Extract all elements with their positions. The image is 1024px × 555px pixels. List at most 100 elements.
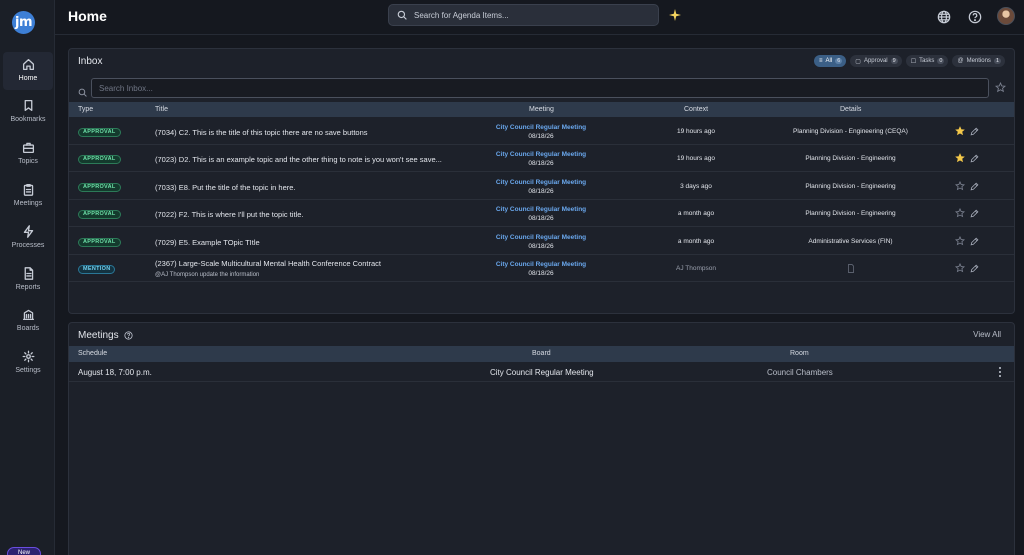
edit-pencil-icon[interactable] [970, 209, 979, 218]
column-meeting[interactable]: Meeting [529, 106, 554, 113]
row-details: Planning Division - Engineering (CEQA) [793, 128, 908, 135]
meeting-link[interactable]: City Council Regular Meeting [461, 178, 621, 187]
meeting-date: 08/18/26 [528, 188, 554, 195]
column-room[interactable]: Room [790, 350, 809, 357]
star-icon[interactable] [955, 181, 965, 191]
column-context[interactable]: Context [684, 106, 708, 113]
sidebar-item-label: Reports [15, 284, 41, 291]
ai-sparkle-icon[interactable] [669, 9, 681, 21]
more-options-icon[interactable] [998, 366, 1002, 378]
sidebar-item-meetings[interactable]: Meetings [3, 177, 53, 215]
meeting-room: Council Chambers [767, 368, 833, 377]
filter-all[interactable]: ≡ All 6 [814, 55, 847, 67]
meetings-title-text: Meetings [78, 330, 119, 341]
row-meeting[interactable]: City Council Regular Meeting 08/18/26 [461, 123, 621, 141]
sidebar-item-settings[interactable]: Settings [3, 344, 53, 382]
row-title[interactable]: (7023) D2. This is an example topic and … [155, 155, 465, 164]
table-row[interactable]: APPROVAL (7034) C2. This is the title of… [69, 118, 1014, 145]
approval-badge: APPROVAL [78, 238, 121, 247]
row-title-text: D2. This is an example topic and the oth… [178, 155, 442, 164]
meeting-link[interactable]: City Council Regular Meeting [461, 260, 621, 269]
column-board[interactable]: Board [532, 350, 551, 357]
row-meeting[interactable]: City Council Regular Meeting 08/18/26 [461, 178, 621, 196]
column-type[interactable]: Type [78, 106, 93, 113]
sidebar-item-processes[interactable]: Processes [3, 219, 53, 257]
global-search[interactable] [388, 4, 659, 26]
table-row[interactable]: MENTION (2367) Large-Scale Multicultural… [69, 255, 1014, 282]
row-title[interactable]: (7033) E8. Put the title of the topic in… [155, 183, 465, 192]
edit-pencil-icon[interactable] [970, 182, 979, 191]
logo-text: jm [14, 15, 33, 30]
star-icon[interactable] [955, 263, 965, 273]
edit-pencil-icon[interactable] [970, 127, 979, 136]
mention-badge: MENTION [78, 265, 116, 274]
filter-label: All [825, 58, 833, 64]
star-icon[interactable] [955, 236, 965, 246]
edit-pencil-icon[interactable] [970, 237, 979, 246]
row-number: (7022) [155, 210, 177, 219]
row-meeting[interactable]: City Council Regular Meeting 08/18/26 [461, 260, 621, 278]
row-context: a month ago [677, 210, 715, 217]
building-icon [22, 309, 34, 321]
row-title[interactable]: (2367) Large-Scale Multicultural Mental … [155, 259, 465, 268]
sidebar-item-home[interactable]: Home [3, 52, 53, 90]
sidebar-item-label: Processes [11, 242, 45, 249]
help-icon[interactable] [124, 331, 133, 340]
meeting-link[interactable]: City Council Regular Meeting [461, 123, 621, 132]
document-icon[interactable] [847, 264, 855, 273]
top-header: Home [55, 0, 1024, 35]
edit-pencil-icon[interactable] [970, 264, 979, 273]
help-icon [968, 10, 982, 24]
meeting-link[interactable]: City Council Regular Meeting [461, 205, 621, 214]
inbox-table-header: Type Title Meeting Context Details [69, 102, 1014, 117]
row-context: 19 hours ago [677, 155, 715, 162]
table-row[interactable]: APPROVAL (7033) E8. Put the title of the… [69, 173, 1014, 200]
inbox-panel: Inbox ≡ All 6 ▢ Approval 9 ☐ Tasks 0 @ M… [68, 48, 1015, 314]
star-icon[interactable] [955, 208, 965, 218]
meeting-board: City Council Regular Meeting [490, 368, 594, 377]
approval-icon: ▢ [855, 58, 861, 65]
help-button[interactable] [968, 10, 982, 24]
global-search-input[interactable] [414, 10, 644, 20]
row-meeting[interactable]: City Council Regular Meeting 08/18/26 [461, 205, 621, 223]
sidebar-item-topics[interactable]: Topics [3, 135, 53, 173]
app-logo[interactable]: jm [12, 11, 35, 34]
filter-tasks[interactable]: ☐ Tasks 0 [905, 55, 949, 67]
sidebar-item-boards[interactable]: Boards [3, 302, 53, 340]
column-details[interactable]: Details [840, 106, 861, 113]
meetings-panel: Meetings View All Schedule Board Room Au… [68, 322, 1015, 555]
meeting-row[interactable]: August 18, 7:00 p.m. City Council Regula… [69, 363, 1014, 382]
edit-pencil-icon[interactable] [970, 154, 979, 163]
row-title[interactable]: (7034) C2. This is the title of this top… [155, 128, 465, 137]
inbox-search-input[interactable] [91, 78, 989, 98]
row-context: AJ Thompson [676, 265, 716, 272]
meeting-link[interactable]: City Council Regular Meeting [461, 150, 621, 159]
star-icon[interactable] [955, 126, 965, 136]
column-schedule[interactable]: Schedule [78, 350, 107, 357]
sidebar-item-reports[interactable]: Reports [3, 261, 53, 299]
view-all-link[interactable]: View All [973, 330, 1001, 339]
row-meeting[interactable]: City Council Regular Meeting 08/18/26 [461, 150, 621, 168]
meeting-date: 08/18/26 [528, 243, 554, 250]
row-meeting[interactable]: City Council Regular Meeting 08/18/26 [461, 233, 621, 251]
column-title[interactable]: Title [155, 106, 168, 113]
table-row[interactable]: APPROVAL (7022) F2. This is where I'll p… [69, 200, 1014, 227]
row-title[interactable]: (7029) E5. Example TOpic TItle [155, 238, 465, 247]
new-button[interactable]: New [7, 547, 41, 555]
meeting-link[interactable]: City Council Regular Meeting [461, 233, 621, 242]
meeting-date: 08/18/26 [528, 133, 554, 140]
row-title[interactable]: (7022) F2. This is where I'll put the to… [155, 210, 465, 219]
filter-mentions[interactable]: @ Mentions 1 [952, 55, 1005, 67]
row-details: Planning Division - Engineering [805, 155, 896, 162]
filter-approval[interactable]: ▢ Approval 9 [850, 55, 902, 67]
sidebar-item-bookmarks[interactable]: Bookmarks [3, 93, 53, 131]
table-row[interactable]: APPROVAL (7023) D2. This is an example t… [69, 145, 1014, 172]
user-avatar[interactable] [997, 7, 1015, 25]
starred-filter-star-icon[interactable] [995, 82, 1006, 93]
language-globe-button[interactable] [937, 10, 951, 24]
row-mention-text: @AJ Thompson update the information [155, 272, 260, 278]
table-row[interactable]: APPROVAL (7029) E5. Example TOpic TItle … [69, 228, 1014, 255]
star-icon[interactable] [955, 153, 965, 163]
row-details: Administrative Services (FIN) [808, 238, 893, 245]
bookmark-icon [24, 99, 32, 112]
